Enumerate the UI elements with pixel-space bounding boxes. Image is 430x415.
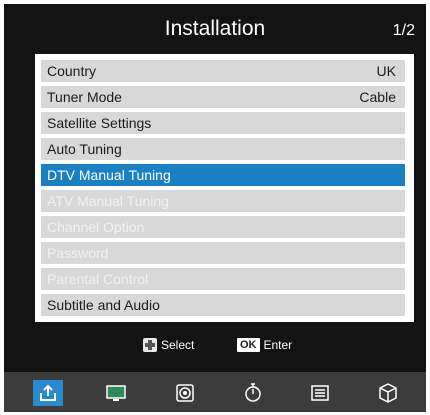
lock-icon[interactable] <box>376 382 400 404</box>
setup-icon[interactable] <box>308 382 332 404</box>
menu-item-tuner-mode[interactable]: Tuner Mode Cable <box>41 86 405 108</box>
menu-item-label: Auto Tuning <box>47 141 122 157</box>
menu-item-label: Satellite Settings <box>47 115 152 131</box>
ok-key-icon: OK <box>237 338 260 352</box>
menu-item-atv-manual-tuning: ATV Manual Tuning <box>41 190 405 212</box>
menu-item-label: Parental Control <box>47 271 149 287</box>
menu-item-label: DTV Manual Tuning <box>47 167 171 183</box>
menu-item-value: Cable <box>359 89 396 105</box>
menu-item-label: Tuner Mode <box>47 89 122 105</box>
sound-icon[interactable] <box>173 382 197 404</box>
category-bar <box>4 372 426 412</box>
menu-item-satellite-settings[interactable]: Satellite Settings <box>41 112 405 134</box>
menu-item-dtv-manual-tuning[interactable]: DTV Manual Tuning <box>41 164 405 186</box>
page-indicator: 1/2 <box>392 22 415 39</box>
menu-item-parental-control: Parental Control <box>41 268 405 290</box>
picture-icon[interactable] <box>104 382 128 404</box>
menu-item-subtitle-and-audio[interactable]: Subtitle and Audio <box>41 294 405 316</box>
installation-icon[interactable] <box>33 380 63 406</box>
installation-menu: Country UK Tuner Mode Cable Satellite Se… <box>35 54 414 322</box>
menu-item-password: Password <box>41 242 405 264</box>
menu-item-auto-tuning[interactable]: Auto Tuning <box>41 138 405 160</box>
select-hint-label: Select <box>161 338 195 352</box>
timer-icon[interactable] <box>241 382 265 404</box>
menu-title: Installation <box>164 17 266 40</box>
menu-item-country[interactable]: Country UK <box>41 60 405 82</box>
dpad-icon <box>143 338 157 352</box>
menu-item-channel-option: Channel Option <box>41 216 405 238</box>
key-hints: Select OK Enter <box>4 338 426 356</box>
enter-hint: OK Enter <box>237 338 292 352</box>
menu-item-label: Country <box>47 63 97 79</box>
menu-item-label: Subtitle and Audio <box>47 297 160 313</box>
menu-item-label: Password <box>47 245 109 261</box>
tv-menu-screen: Installation 1/2 Country UK Tuner Mode C… <box>4 4 426 412</box>
select-hint: Select <box>143 338 194 352</box>
menu-item-label: Channel Option <box>47 219 145 235</box>
enter-hint-label: Enter <box>263 338 293 352</box>
menu-item-label: ATV Manual Tuning <box>47 193 169 209</box>
menu-item-value: UK <box>376 63 396 79</box>
